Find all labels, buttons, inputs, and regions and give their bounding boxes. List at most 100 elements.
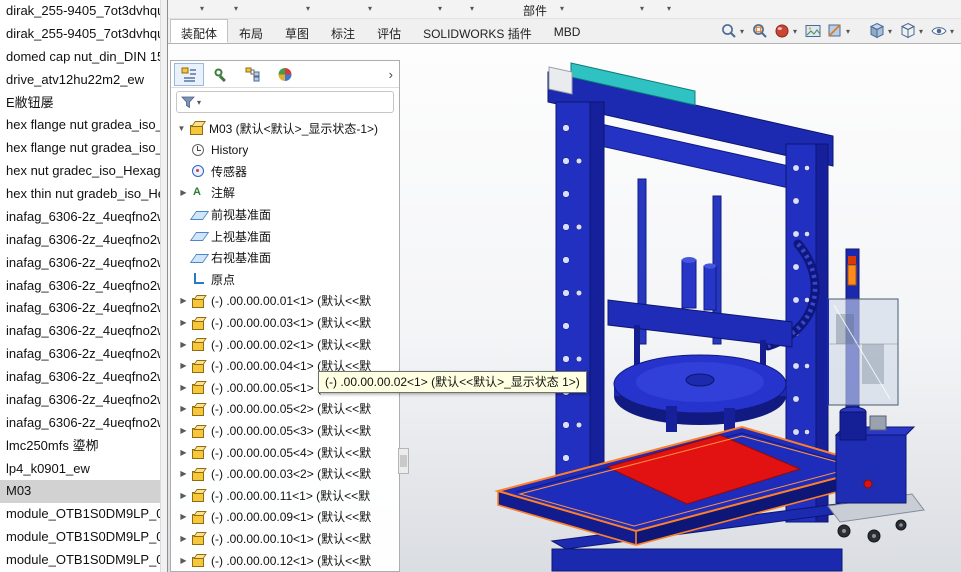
feature-tree-item[interactable]: 上视基准面 — [171, 225, 399, 247]
parts-list-item[interactable]: M03 — [0, 480, 160, 503]
feature-tree-item[interactable]: ▶ (-) .00.00.00.03<1> (默认<<默 — [171, 312, 399, 334]
parts-list-item[interactable]: hex flange nut gradea_iso_ — [0, 137, 160, 160]
feature-tree-item[interactable]: ▶ 注解 — [171, 182, 399, 204]
dropdown-caret-icon[interactable] — [667, 4, 671, 13]
expand-arrow-icon[interactable]: ▶ — [178, 512, 189, 521]
expand-arrow-icon[interactable]: ▶ — [178, 534, 189, 543]
dropdown-caret-icon[interactable] — [306, 4, 310, 13]
ribbon-tab[interactable]: SOLIDWORKS 插件 — [412, 19, 543, 43]
ribbon-tab[interactable]: 布局 — [228, 19, 274, 43]
feature-tree-root[interactable]: ▼ M03 (默认<默认>_显示状态-1>) — [171, 117, 399, 139]
tree-filter-input[interactable] — [176, 91, 394, 113]
apply-scene-icon[interactable] — [802, 21, 823, 42]
hide-show-items-icon[interactable] — [928, 21, 949, 42]
dropdown-caret-icon[interactable] — [846, 27, 854, 36]
feature-tree-item[interactable]: ▶ (-) .00.00.00.05<4> (默认<<默 — [171, 441, 399, 463]
view-orientation-icon[interactable] — [866, 21, 887, 42]
parts-list-item[interactable]: lp4_k0901_ew — [0, 458, 160, 481]
parts-list-item[interactable]: inafag_6306-2z_4ueqfno2w — [0, 389, 160, 412]
zoom-to-area-icon[interactable] — [749, 21, 770, 42]
dropdown-caret-icon[interactable] — [888, 27, 896, 36]
expand-arrow-icon[interactable]: ▶ — [178, 318, 189, 327]
parts-list-item[interactable]: module_OTB1S0DM9LP_01 — [0, 503, 160, 526]
parts-list-item[interactable]: inafag_6306-2z_4ueqfno2w — [0, 412, 160, 435]
parts-list-item[interactable]: inafag_6306-2z_4ueqfno2w — [0, 206, 160, 229]
dropdown-caret-icon[interactable] — [197, 98, 201, 107]
ribbon-tab[interactable]: 评估 — [366, 19, 412, 43]
expand-arrow-icon[interactable]: ▶ — [178, 383, 189, 392]
tab-configurationmanager[interactable] — [238, 63, 268, 86]
feature-tree-item[interactable]: ▶ (-) .00.00.00.09<1> (默认<<默 — [171, 506, 399, 528]
parts-list-item[interactable]: inafag_6306-2z_4ueqfno2w — [0, 275, 160, 298]
ribbon-tab[interactable]: 草图 — [274, 19, 320, 43]
dropdown-caret-icon[interactable] — [560, 4, 564, 13]
zoom-to-fit-icon[interactable] — [718, 21, 739, 42]
parts-list-item[interactable]: module_OTB1S0DM9LP_03 — [0, 549, 160, 572]
feature-tree-item[interactable]: ▶ (-) .00.00.00.10<1> (默认<<默 — [171, 528, 399, 550]
feature-tree-item[interactable]: ▶ (-) .00.00.00.12<1> (默认<<默 — [171, 549, 399, 571]
feature-tree-item[interactable]: 传感器 — [171, 161, 399, 183]
expand-arrow-icon[interactable]: ▶ — [178, 188, 189, 197]
dropdown-caret-icon[interactable] — [740, 27, 748, 36]
parts-list-item[interactable]: E敝钮屡 — [0, 92, 160, 115]
parts-list-item[interactable]: dirak_255-9405_7ot3dvhqu — [0, 0, 160, 23]
hydraulic-unit-part[interactable] — [828, 407, 924, 542]
expand-arrow-icon[interactable]: ▶ — [178, 556, 189, 565]
parts-list-item[interactable]: hex thin nut gradeb_iso_He — [0, 183, 160, 206]
expand-arrow-icon[interactable]: ▶ — [178, 340, 189, 349]
expand-arrow-icon[interactable]: ▶ — [178, 404, 189, 413]
parts-list-item[interactable]: drive_atv12hu22m2_ew — [0, 69, 160, 92]
dropdown-caret-icon[interactable] — [234, 4, 238, 13]
tree-scrollbar-fragment[interactable] — [398, 448, 409, 474]
dropdown-caret-icon[interactable] — [919, 27, 927, 36]
parts-list-item[interactable]: hex flange nut gradea_iso_ — [0, 114, 160, 137]
expand-arrow-icon[interactable]: ▶ — [178, 361, 189, 370]
parts-list-scrollbar[interactable] — [160, 0, 167, 572]
dropdown-caret-icon[interactable] — [438, 4, 442, 13]
expand-arrow-icon[interactable]: ▶ — [178, 448, 189, 457]
feature-tree-item[interactable]: ▶ (-) .00.00.00.05<2> (默认<<默 — [171, 398, 399, 420]
feature-tree-item[interactable]: ▶ (-) .00.00.00.11<1> (默认<<默 — [171, 485, 399, 507]
parts-list-item[interactable]: dirak_255-9405_7ot3dvhqu — [0, 23, 160, 46]
dropdown-caret-icon[interactable] — [368, 4, 372, 13]
section-view-icon[interactable] — [824, 21, 845, 42]
feature-tree-item[interactable]: 前视基准面 — [171, 204, 399, 226]
parts-list-item[interactable]: hex nut gradec_iso_Hexag — [0, 160, 160, 183]
edit-appearance-icon[interactable] — [771, 21, 792, 42]
viewport-3d[interactable]: ▼ M03 (默认<默认>_显示状态-1>) History 传感器 ▶ — [168, 44, 961, 572]
dropdown-caret-icon[interactable] — [793, 27, 801, 36]
panel-expand-chevron-icon[interactable] — [389, 67, 393, 82]
dropdown-caret-icon[interactable] — [950, 27, 958, 36]
feature-tree-item[interactable]: 原点 — [171, 269, 399, 291]
feature-tree-item[interactable]: History — [171, 139, 399, 161]
feature-tree-item[interactable]: ▶ (-) .00.00.00.03<2> (默认<<默 — [171, 463, 399, 485]
expand-arrow-icon[interactable]: ▶ — [178, 426, 189, 435]
display-style-icon[interactable] — [897, 21, 918, 42]
dropdown-caret-icon[interactable] — [640, 4, 644, 13]
parts-list-item[interactable]: module_OTB1S0DM9LP_02 — [0, 526, 160, 549]
feature-tree-item[interactable]: 右视基准面 — [171, 247, 399, 269]
part-menu-button[interactable]: 部件 — [520, 2, 550, 19]
feature-tree-item[interactable]: ▶ (-) .00.00.00.01<1> (默认<<默 — [171, 290, 399, 312]
dropdown-caret-icon[interactable] — [200, 4, 204, 13]
tab-featuremanager[interactable] — [174, 63, 204, 86]
feature-tree-item[interactable]: ▶ (-) .00.00.00.05<3> (默认<<默 — [171, 420, 399, 442]
parts-list-item[interactable]: inafag_6306-2z_4ueqfno2w — [0, 229, 160, 252]
parts-list-item[interactable]: inafag_6306-2z_4ueqfno2w — [0, 252, 160, 275]
expand-arrow-icon[interactable]: ▶ — [178, 491, 189, 500]
left-column-part[interactable] — [550, 102, 604, 516]
parts-list-item[interactable]: inafag_6306-2z_4ueqfno2w — [0, 297, 160, 320]
parts-list-item[interactable]: domed cap nut_din_DIN 15 — [0, 46, 160, 69]
tab-propertymanager[interactable] — [206, 63, 236, 86]
expand-arrow-icon[interactable]: ▶ — [178, 469, 189, 478]
dropdown-caret-icon[interactable] — [470, 4, 474, 13]
expand-arrow-icon[interactable]: ▶ — [178, 296, 189, 305]
ribbon-tab[interactable]: MBD — [543, 19, 592, 43]
parts-list-item[interactable]: lmc250mfs 瑬栁 — [0, 435, 160, 458]
feature-tree-item[interactable]: ▶ (-) .00.00.00.02<1> (默认<<默 — [171, 333, 399, 355]
ribbon-tab[interactable]: 标注 — [320, 19, 366, 43]
parts-list-item[interactable]: inafag_6306-2z_4ueqfno2w — [0, 366, 160, 389]
rotary-disc-part[interactable] — [614, 355, 786, 432]
tab-displaymanager[interactable] — [270, 63, 300, 86]
expand-arrow-icon[interactable]: ▼ — [176, 124, 187, 133]
